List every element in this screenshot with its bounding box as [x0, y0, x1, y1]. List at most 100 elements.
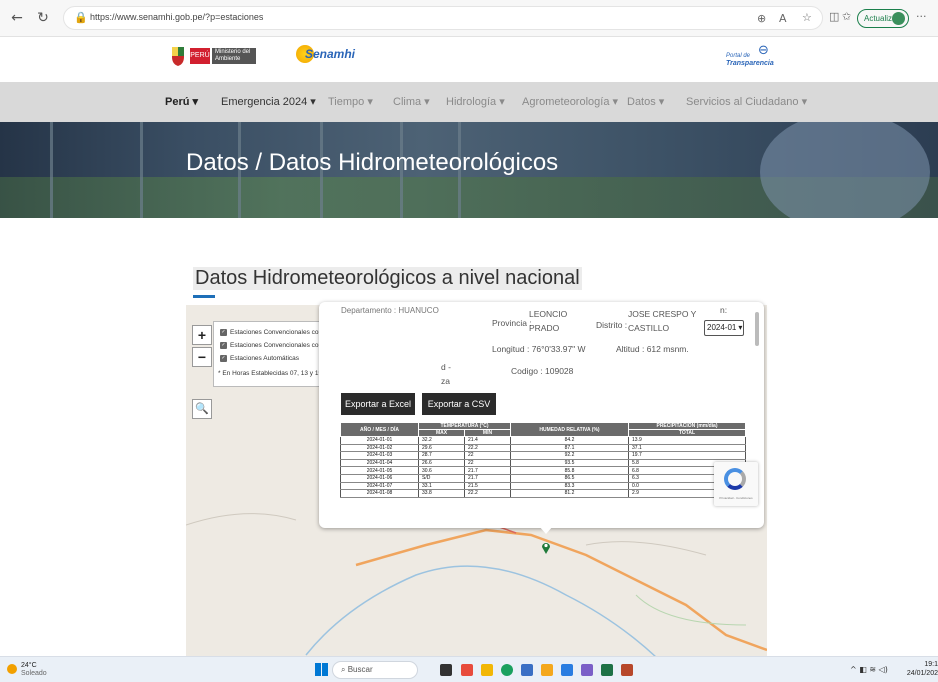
file-explorer-icon[interactable]: [481, 664, 493, 676]
header-date: AÑO / MES / DÍA: [340, 422, 419, 437]
export-csv-button[interactable]: Exportar a CSV: [422, 393, 496, 415]
magnifier-icon: ⊖: [758, 43, 769, 58]
data-table: AÑO / MES / DÍA TEMPERATURA (°C) HUMEDAD…: [340, 422, 746, 498]
export-excel-button[interactable]: Exportar a Excel: [341, 393, 415, 415]
table-row: 2024-01-05 30.6 21.7 85.8 6.8: [340, 466, 746, 475]
popup-scrollbar[interactable]: [755, 312, 759, 346]
nav-item-datos[interactable]: Datos ▾: [627, 95, 664, 108]
header-total: TOTAL: [628, 429, 746, 437]
volume-icon: ◁): [878, 665, 888, 674]
nav-item-emergencia[interactable]: Emergencia 2024 ▾: [221, 95, 316, 108]
address-bar[interactable]: 🔒 https://www.senamhi.gob.pe/?p=estacion…: [63, 6, 823, 30]
altitud-text: Altitud : 612 msnm.: [616, 344, 689, 354]
checkbox-icon[interactable]: ✓: [220, 355, 227, 362]
split-screen-icon[interactable]: ◫: [829, 10, 839, 23]
chevron-down-icon: ▾: [738, 323, 743, 332]
legend-note: * En Horas Establecidas 07, 13 y 19h.: [218, 370, 328, 377]
table-row: 2024-01-07 33.1 21.5 83.3 0.0: [340, 482, 746, 491]
peru-badge[interactable]: PERÚ: [190, 48, 210, 64]
recaptcha-badge[interactable]: Privacidad - Condiciones: [714, 462, 758, 506]
header-humidity: HUMEDAD RELATIVA (%): [510, 422, 629, 437]
nav-item-agrometeorologia[interactable]: Agrometeorología ▾: [522, 95, 618, 108]
update-button[interactable]: Actualizar: [857, 9, 909, 28]
chevron-up-icon: ^: [850, 665, 857, 674]
mail-icon[interactable]: [561, 664, 573, 676]
table-row: 2024-01-06 S/D 21.7 86.5 6.3: [340, 474, 746, 483]
checkbox-icon[interactable]: ✓: [220, 342, 227, 349]
favorites-icon[interactable]: ✩: [842, 10, 851, 23]
distrito-label: Distrito :: [596, 320, 628, 330]
station-pin-icon[interactable]: [541, 541, 551, 554]
fence-pole: [140, 122, 143, 218]
back-icon[interactable]: ←: [8, 9, 26, 27]
nav-item-tiempo[interactable]: Tiempo ▾: [328, 95, 373, 108]
header-max: MAX: [418, 429, 465, 437]
checkbox-icon[interactable]: ✓: [220, 329, 227, 336]
zoom-out-button[interactable]: −: [192, 347, 212, 367]
table-row: 2024-01-04 26.6 22 93.5 5.8: [340, 459, 746, 468]
windows-start-icon[interactable]: [315, 663, 328, 676]
page-title: Datos / Datos Hidrometeorológicos: [186, 149, 559, 176]
fence-pole: [50, 122, 53, 218]
distrito-value: CASTILLO: [628, 323, 670, 333]
header-precipitation: PRECIPITACIÓN (mm/día): [628, 422, 746, 430]
chrome-icon[interactable]: [541, 664, 553, 676]
departamento-text: Departamento : HUANUCO: [341, 306, 439, 315]
zoom-in-button[interactable]: +: [192, 325, 212, 345]
sun-icon: [7, 664, 17, 674]
taskbar-search[interactable]: ⌕ Buscar: [332, 661, 418, 679]
header-min: MIN: [464, 429, 511, 437]
provincia-label: Provincia :: [492, 318, 532, 328]
refresh-icon[interactable]: ↻: [34, 9, 52, 27]
peru-shield-icon: [172, 47, 184, 66]
app-icon[interactable]: [461, 664, 473, 676]
nav-item-servicios[interactable]: Servicios al Ciudadano ▾: [686, 95, 807, 108]
search-icon: 🔍: [195, 402, 209, 415]
senamhi-logo[interactable]: Senamhi: [305, 47, 355, 61]
nav-item-hidrologia[interactable]: Hidrología ▾: [446, 95, 505, 108]
nav-item-clima[interactable]: Clima ▾: [393, 95, 430, 108]
more-icon[interactable]: ···: [916, 10, 927, 23]
map-search-button[interactable]: 🔍: [192, 399, 212, 419]
store-icon[interactable]: [521, 664, 533, 676]
legend-item-automatic[interactable]: ✓ Estaciones Automáticas: [220, 355, 299, 362]
period-label: n:: [720, 305, 728, 315]
powerpoint-icon[interactable]: [621, 664, 633, 676]
url-text: https://www.senamhi.gob.pe/?p=estaciones: [90, 12, 264, 22]
favorite-icon[interactable]: ☆: [802, 11, 812, 24]
edge-icon[interactable]: [501, 664, 513, 676]
longitud-text: Longitud : 76°0'33.97" W: [492, 344, 586, 354]
provincia-value: PRADO: [529, 323, 560, 333]
taskbar: 24°C Soleado ⌕ Buscar ^ ◧ ≋ ◁) 19:1 24/01/…: [0, 656, 938, 682]
table-row: 2024-01-02 29.6 22.2 87.1 37.1: [340, 444, 746, 453]
teams-icon[interactable]: [581, 664, 593, 676]
site-header: PERÚ Ministerio del Ambiente Senamhi Por…: [0, 37, 938, 82]
zoom-icon[interactable]: ⊕: [757, 12, 766, 25]
clock[interactable]: 19:1 24/01/202: [906, 660, 938, 678]
excel-icon[interactable]: [601, 664, 613, 676]
browser-toolbar: ← ↻ 🔒 https://www.senamhi.gob.pe/?p=esta…: [0, 0, 938, 37]
system-tray[interactable]: ^ ◧ ≋ ◁): [850, 665, 888, 674]
ministry-badge[interactable]: Ministerio del Ambiente: [212, 48, 256, 64]
distrito-value: JOSE CRESPO Y: [628, 309, 697, 319]
nav-item-peru[interactable]: Perú ▾: [165, 95, 198, 108]
provincia-value: LEONCIO: [529, 309, 568, 319]
header-temperature: TEMPERATURA (°C): [418, 422, 511, 430]
wifi-icon: ≋: [869, 665, 877, 674]
weather-widget[interactable]: 24°C Soleado: [21, 662, 47, 678]
transparency-portal-link[interactable]: Portal de Transparencia ⊖: [726, 43, 786, 73]
update-avatar-icon: [892, 12, 905, 25]
recaptcha-icon: [724, 468, 746, 490]
task-view-icon[interactable]: [440, 664, 452, 676]
network-icon: ◧: [859, 665, 867, 674]
hero-banner: Datos / Datos Hidrometeorológicos: [0, 122, 938, 218]
station-popup: Departamento : HUANUCO d - za Provincia …: [319, 302, 764, 528]
hero-highlight: [760, 122, 930, 218]
table-row: 2024-01-08 33.8 22.2 81.2 2.9: [340, 489, 746, 498]
period-select[interactable]: 2024-01 ▾: [704, 320, 744, 336]
search-icon: ⌕: [341, 665, 346, 674]
read-aloud-icon[interactable]: A: [779, 12, 787, 25]
section-title: Datos Hidrometeorológicos a nivel nacion…: [193, 267, 582, 290]
popup-tail: [539, 526, 553, 534]
main-nav: Perú ▾ Emergencia 2024 ▾ Tiempo ▾ Clima …: [0, 82, 938, 122]
